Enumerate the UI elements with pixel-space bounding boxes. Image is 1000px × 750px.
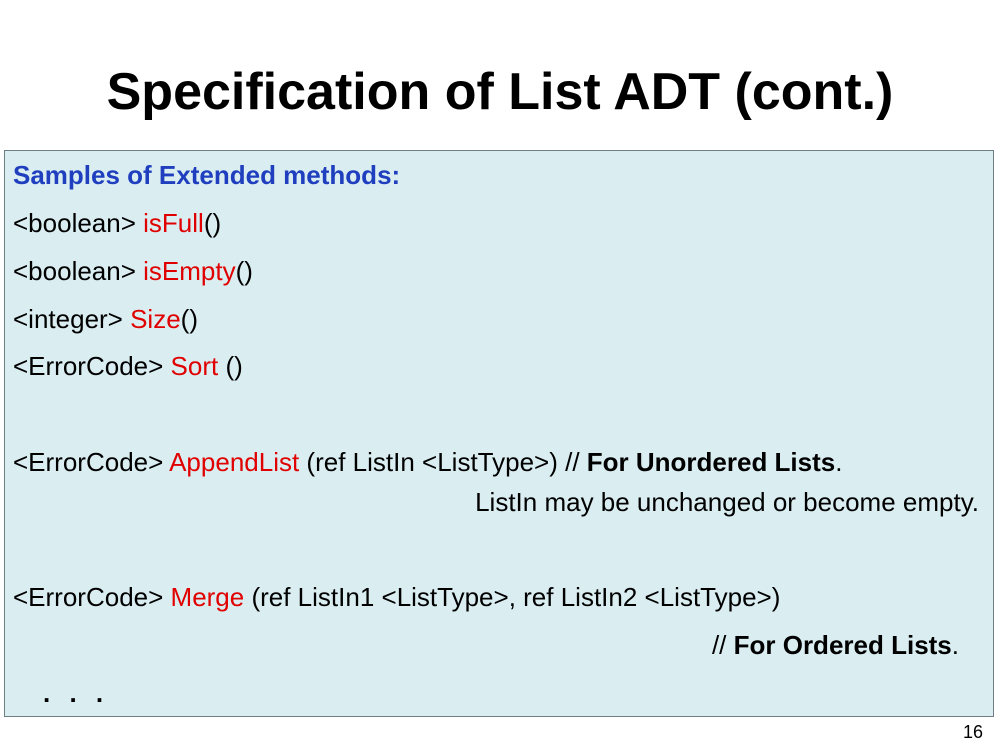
method-comment: For Unordered Lists [586, 447, 836, 477]
method-args: () [235, 256, 253, 286]
method-merge: <ErrorCode> Merge (ref ListIn1 <ListType… [13, 581, 780, 613]
comment-period: . [951, 630, 959, 660]
return-type: <integer> [13, 304, 131, 334]
method-args: () [218, 351, 243, 381]
return-type: <boolean> [13, 208, 144, 238]
method-appendlist: <ErrorCode> AppendList (ref ListIn <List… [13, 446, 842, 478]
comment-prefix: // [711, 630, 734, 660]
method-isfull: <boolean> isFull() [13, 207, 221, 239]
comment-period: . [835, 447, 843, 477]
section-heading: Samples of Extended methods: [13, 160, 401, 190]
ellipsis: . . . [43, 678, 110, 708]
method-name: isFull [143, 208, 204, 238]
method-size: <integer> Size() [13, 303, 198, 335]
method-params: (ref ListIn <ListType>) // [299, 447, 587, 477]
method-isempty: <boolean> isEmpty() [13, 255, 253, 287]
return-type: <ErrorCode> [13, 582, 171, 612]
slide-title: Specification of List ADT (cont.) [106, 63, 894, 121]
page-number: 16 [963, 722, 984, 742]
appendlist-note: ListIn may be unchanged or become empty. [475, 487, 979, 517]
content-box: Samples of Extended methods: <boolean> i… [4, 150, 994, 717]
merge-comment: // For Ordered Lists. [712, 629, 959, 661]
method-comment: For Ordered Lists [733, 630, 952, 660]
method-params: (ref ListIn1 <ListType>, ref ListIn2 <Li… [244, 582, 781, 612]
method-name: isEmpty [143, 256, 236, 286]
method-name: Sort [170, 351, 219, 381]
method-args: () [180, 304, 198, 334]
return-type: <boolean> [13, 256, 144, 286]
method-name: AppendList [169, 447, 300, 477]
return-type: <ErrorCode> [13, 351, 171, 381]
method-args: () [203, 208, 222, 238]
method-name: Merge [170, 582, 245, 612]
method-sort: <ErrorCode> Sort () [13, 350, 243, 382]
return-type: <ErrorCode> [13, 447, 170, 477]
method-name: Size [130, 304, 181, 334]
